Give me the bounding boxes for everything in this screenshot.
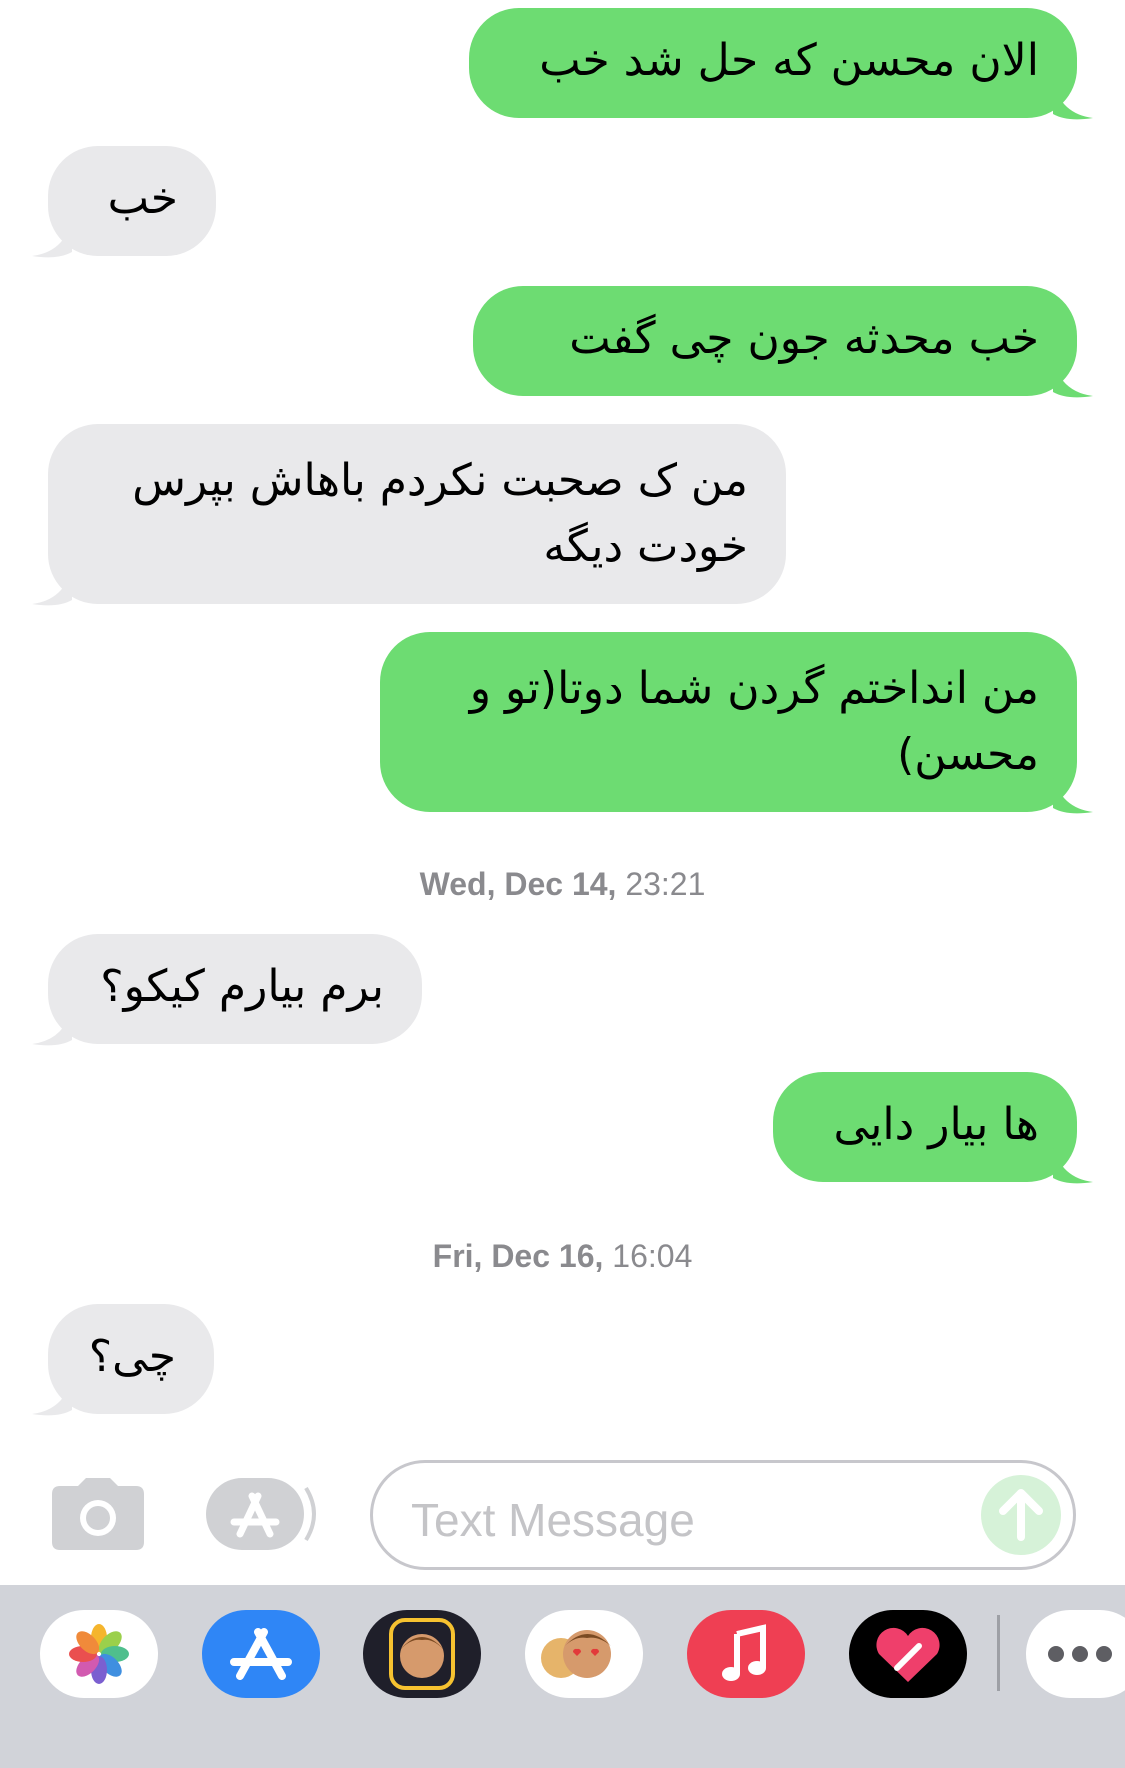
app-store-icon[interactable]: [206, 1478, 322, 1550]
message-thread: الان محسن که حل شد خب خب خب محدثه جون چی…: [0, 0, 1125, 1450]
outgoing-message[interactable]: من انداختم گردن شما دوتا(تو و محسن): [380, 632, 1077, 812]
message-text: چی؟: [88, 1331, 176, 1382]
bubble-tail: [1053, 776, 1093, 814]
photos-icon[interactable]: [40, 1610, 158, 1698]
timestamp-time: 16:04: [612, 1238, 693, 1274]
incoming-message[interactable]: چی؟: [48, 1304, 214, 1414]
incoming-message[interactable]: من ک صحبت نکردم باهاش بپرس خودت دیگه: [48, 424, 786, 604]
message-text: خب محدثه جون چی گفت: [569, 313, 1039, 364]
timestamp-day: Fri, Dec 16,: [432, 1238, 604, 1274]
arrow-up-icon: [999, 1489, 1043, 1541]
timestamp: Fri, Dec 16, 16:04: [0, 1238, 1125, 1275]
more-icon[interactable]: [1026, 1610, 1125, 1698]
send-button[interactable]: [981, 1475, 1061, 1555]
bubble-tail: [32, 220, 72, 258]
message-text: خب: [107, 173, 178, 224]
drawer-divider: [997, 1615, 1000, 1691]
timestamp-time: 23:21: [625, 866, 706, 902]
message-input[interactable]: Text Message: [370, 1460, 1076, 1570]
music-icon[interactable]: [687, 1610, 805, 1698]
compose-bar: Text Message: [0, 1450, 1125, 1585]
bubble-tail: [1053, 82, 1093, 120]
timestamp: Wed, Dec 14, 23:21: [0, 866, 1125, 903]
message-text: الان محسن که حل شد خب: [539, 35, 1039, 86]
animoji-icon[interactable]: [525, 1610, 643, 1698]
app-store-icon[interactable]: [202, 1610, 320, 1698]
message-input-placeholder: Text Message: [411, 1494, 695, 1546]
bubble-tail: [1053, 360, 1093, 398]
message-text: ها بیار دایی: [833, 1099, 1040, 1150]
bubble-tail: [32, 1008, 72, 1046]
outgoing-message[interactable]: ها بیار دایی: [773, 1072, 1077, 1182]
timestamp-day: Wed, Dec 14,: [419, 866, 617, 902]
outgoing-message[interactable]: الان محسن که حل شد خب: [469, 8, 1077, 118]
message-text: برم بیارم کیکو؟: [100, 961, 384, 1012]
digital-touch-icon[interactable]: [849, 1610, 967, 1698]
outgoing-message[interactable]: خب محدثه جون چی گفت: [473, 286, 1077, 396]
incoming-message[interactable]: برم بیارم کیکو؟: [48, 934, 422, 1044]
message-text: من ک صحبت نکردم باهاش بپرس خودت دیگه: [132, 455, 748, 572]
bubble-tail: [32, 1378, 72, 1416]
bubble-tail: [32, 568, 72, 606]
incoming-message[interactable]: خب: [48, 146, 216, 256]
app-drawer: [0, 1585, 1125, 1768]
camera-icon[interactable]: [52, 1478, 144, 1550]
message-text: من انداختم گردن شما دوتا(تو و محسن): [469, 663, 1039, 780]
bubble-tail: [1053, 1146, 1093, 1184]
memoji-stickers-icon[interactable]: [363, 1610, 481, 1698]
